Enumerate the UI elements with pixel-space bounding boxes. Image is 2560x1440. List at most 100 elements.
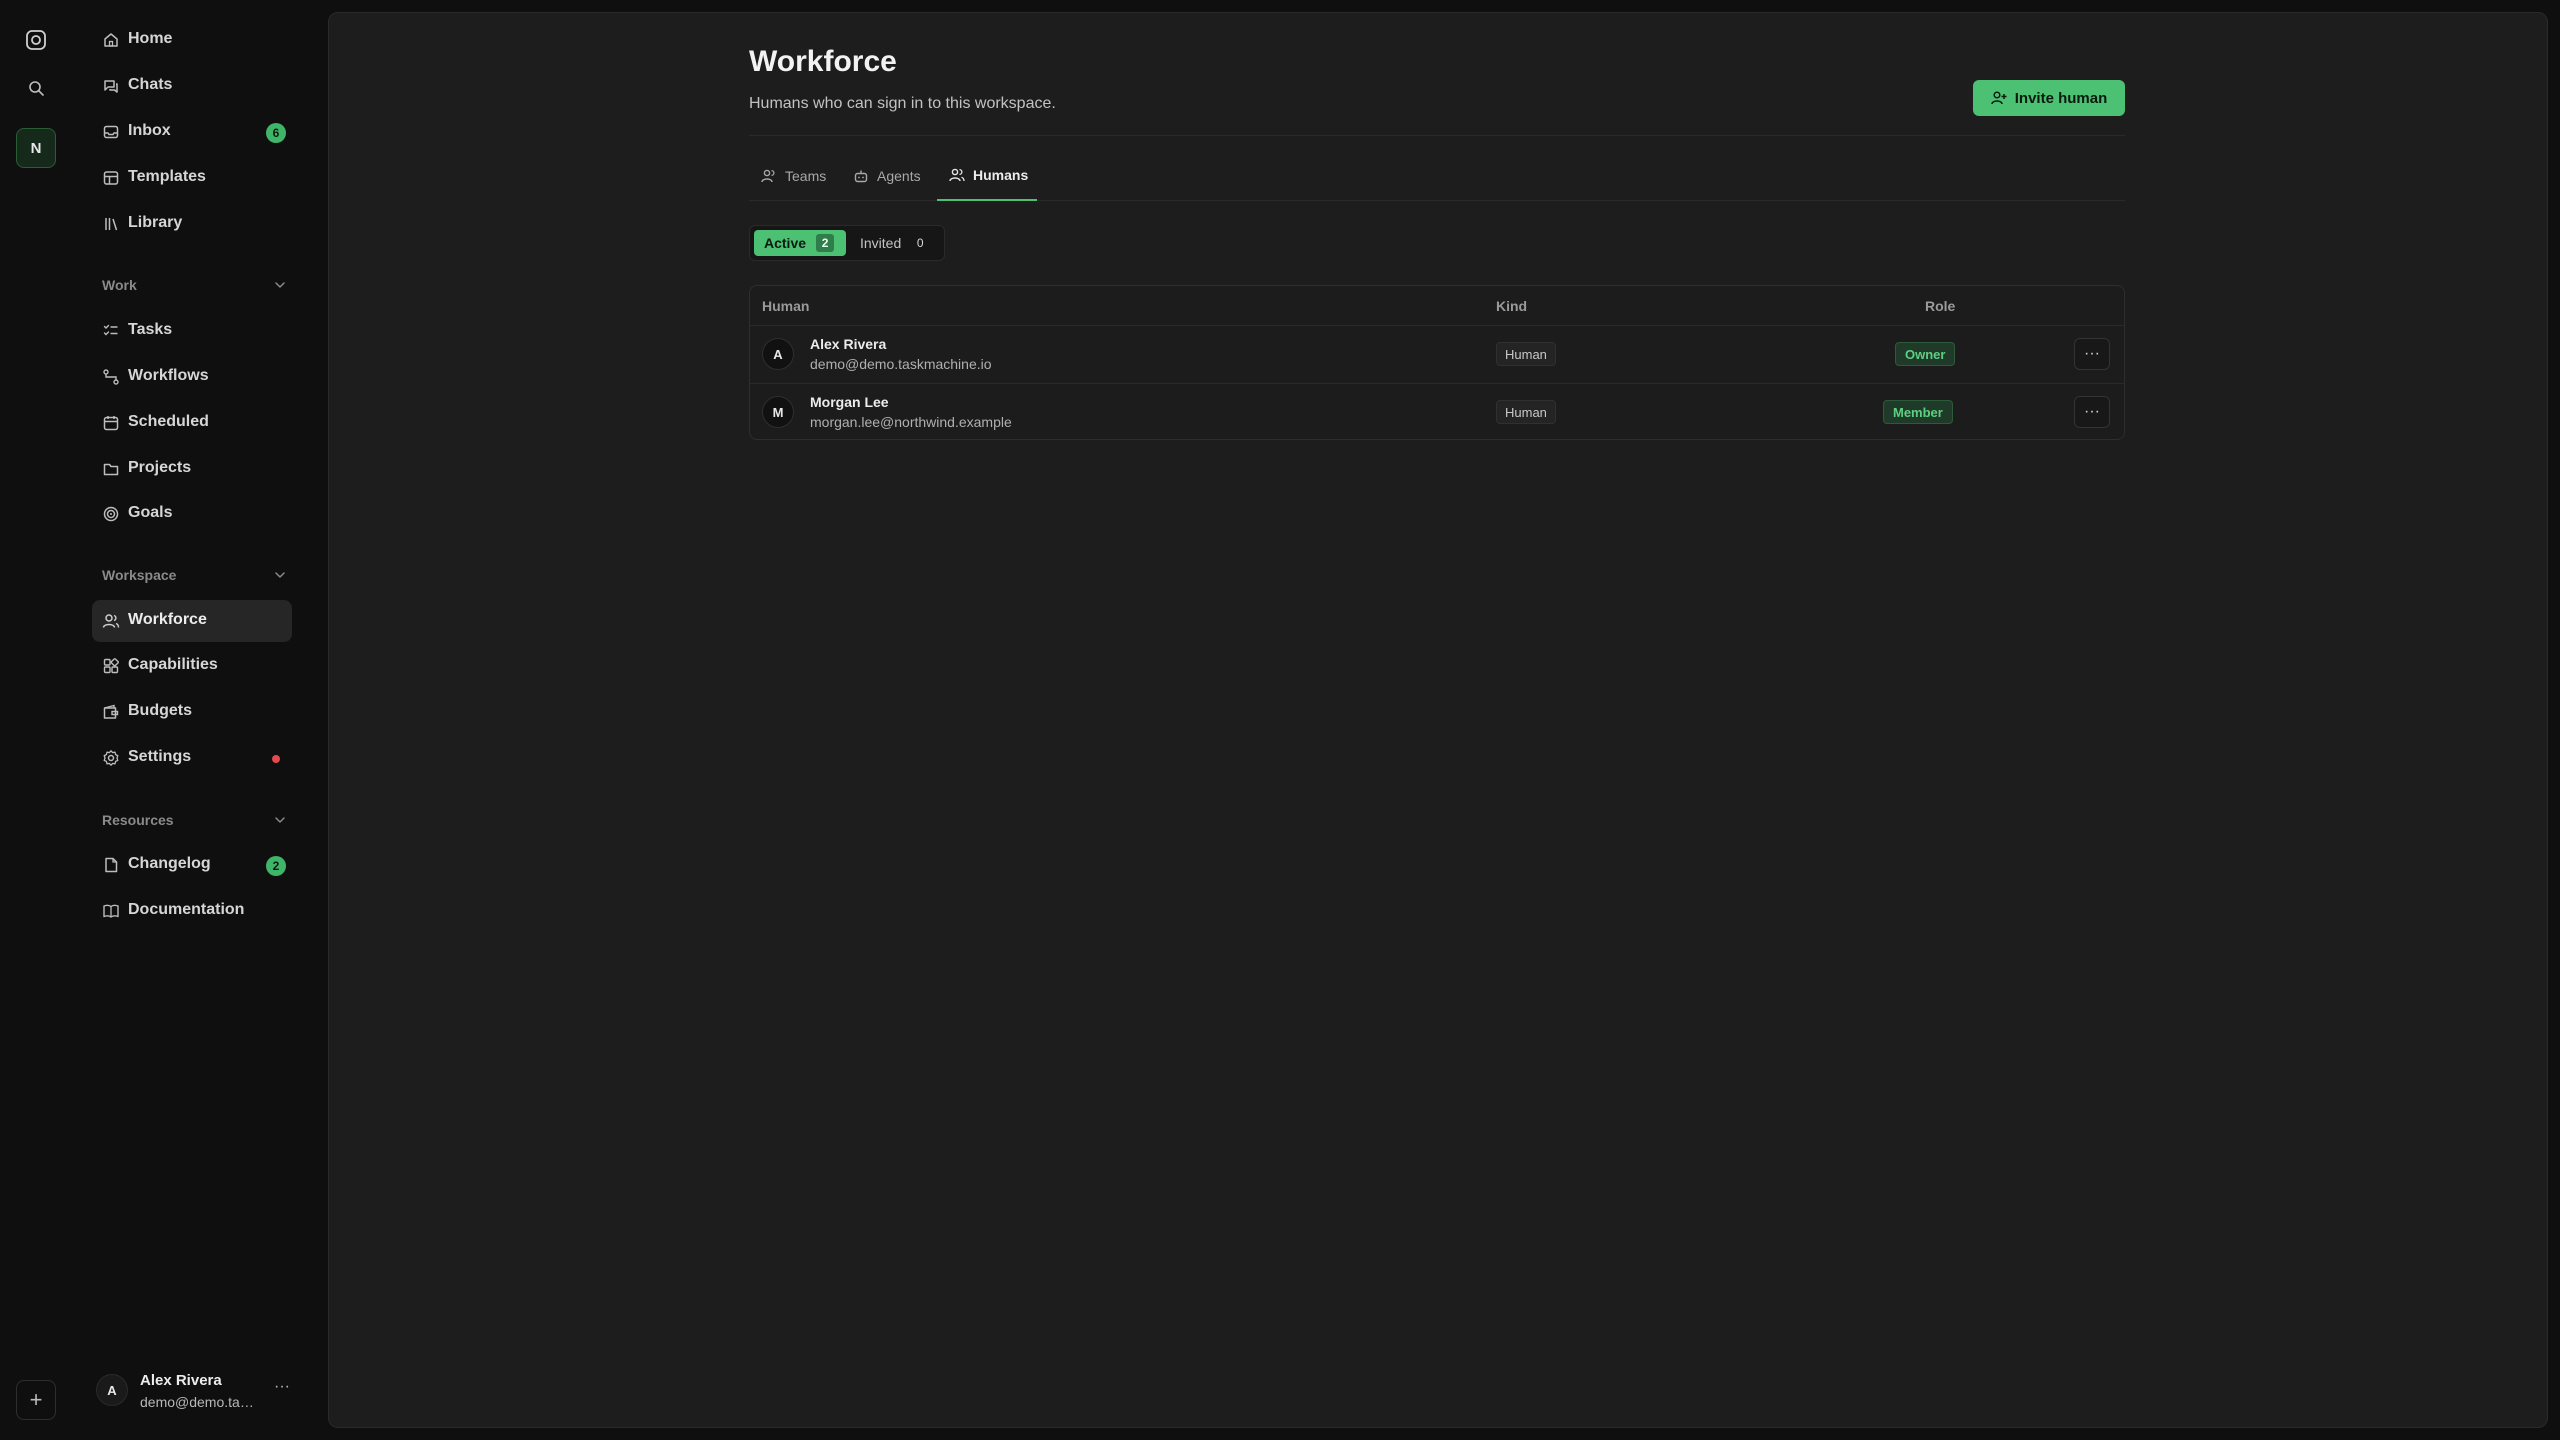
human-email: morgan.lee@northwind.example [810,414,1012,430]
workforce-icon [102,612,120,630]
user-plus-icon [1990,90,2007,106]
sidebar-item-projects[interactable]: Projects [92,448,292,490]
sidebar-item-scheduled[interactable]: Scheduled [92,402,292,444]
add-workspace-button[interactable]: + [16,1380,56,1420]
changelog-icon [102,856,120,874]
filter-count: 2 [816,234,835,252]
sidebar-item-home[interactable]: Home [92,19,292,61]
workforce-tabs: Teams Agents Humans [749,151,2125,201]
settings-alert-dot [272,755,280,763]
sidebar-item-label: Capabilities [128,656,218,673]
sidebar-item-goals[interactable]: Goals [92,493,292,535]
tab-teams[interactable]: Teams [749,151,838,201]
settings-icon [102,749,120,767]
user-more-button[interactable]: ··· [270,1378,294,1402]
chevron-down-icon [272,277,288,293]
sidebar-item-library[interactable]: Library [92,203,292,245]
avatar: A [96,1374,128,1406]
header-divider [749,135,2125,136]
chats-icon [102,77,120,95]
role-badge: Member [1883,400,1953,424]
sidebar-item-workflows[interactable]: Workflows [92,356,292,398]
kind-badge: Human [1496,342,1556,366]
filter-label: Active [764,235,807,251]
sidebar-item-settings[interactable]: Settings [92,737,292,779]
tab-label: Teams [785,168,827,184]
humans-icon [949,167,965,183]
sidebar-item-documentation[interactable]: Documentation [92,890,292,932]
section-header-resources[interactable]: Resources [102,808,288,832]
table-header: Human Kind Role [750,286,2124,326]
inbox-icon [102,123,120,141]
kind-badge: Human [1496,400,1556,424]
chevron-down-icon [272,812,288,828]
sidebar-item-label: Documentation [128,901,245,918]
human-name: Alex Rivera [810,336,887,352]
workspace-switcher[interactable]: N [16,128,56,168]
library-icon [102,215,120,233]
invite-human-label: Invite human [2014,89,2108,107]
row-more-button[interactable]: ··· [2074,338,2110,370]
projects-icon [102,460,120,478]
sidebar-item-chats[interactable]: Chats [92,65,292,107]
workflows-icon [102,368,120,386]
sidebar-item-label: Settings [128,748,192,765]
tab-agents[interactable]: Agents [841,151,933,201]
filter-active[interactable]: Active 2 [754,230,846,256]
sidebar-item-label: Workflows [128,367,209,384]
sidebar-item-label: Inbox [128,122,171,139]
documentation-icon [102,902,120,920]
page-subtitle: Humans who can sign in to this workspace… [749,95,1056,112]
home-icon [102,31,120,49]
sidebar-item-label: Budgets [128,702,192,719]
sidebar-item-label: Home [128,30,173,47]
search-icon[interactable] [16,68,56,108]
avatar: M [762,396,794,428]
sidebar-item-capabilities[interactable]: Capabilities [92,645,292,687]
app-logo-icon[interactable] [16,20,56,60]
sidebar-item-inbox[interactable]: Inbox 6 [92,111,292,153]
sidebar-item-label: Library [128,214,183,231]
tab-humans[interactable]: Humans [937,151,1037,201]
changelog-count-badge: 2 [266,856,286,876]
tab-label: Humans [973,167,1029,183]
filter-label: Invited [860,235,902,251]
section-header-workspace[interactable]: Workspace [102,563,288,587]
user-name: Alex Rivera [140,1372,222,1389]
humans-table: Human Kind Role A Alex Rivera demo@demo.… [749,285,2125,440]
human-name: Morgan Lee [810,394,889,410]
sidebar-item-label: Projects [128,459,192,476]
sidebar-item-templates[interactable]: Templates [92,157,292,199]
sidebar-item-label: Changelog [128,855,211,872]
table-row[interactable]: M Morgan Lee morgan.lee@northwind.exampl… [750,383,2124,439]
sidebar-item-budgets[interactable]: Budgets [92,691,292,733]
teams-icon [761,168,777,184]
sidebar-item-changelog[interactable]: Changelog 2 [92,844,292,886]
sidebar-item-label: Tasks [128,321,173,338]
sidebar-item-label: Workforce [128,611,207,628]
table-row[interactable]: A Alex Rivera demo@demo.taskmachine.io H… [750,326,2124,383]
filter-invited[interactable]: Invited 0 [850,230,939,256]
invite-human-button[interactable]: Invite human [1973,80,2125,116]
sidebar: Home Chats Inbox 6 Templates Library Wor… [72,0,328,1440]
page-title: Workforce [749,45,897,78]
user-profile[interactable]: A Alex Rivera demo@demo.tas... ··· [96,1368,316,1416]
row-more-button[interactable]: ··· [2074,396,2110,428]
user-email: demo@demo.tas... [140,1394,258,1410]
goals-icon [102,505,120,523]
section-label: Resources [102,812,174,828]
agents-icon [853,168,869,184]
icon-rail: N + [0,0,72,1440]
sidebar-item-label: Templates [128,168,206,185]
sidebar-item-workforce[interactable]: Workforce [92,600,292,642]
column-header-kind: Kind [1496,298,1528,314]
section-label: Work [102,277,137,293]
scheduled-icon [102,414,120,432]
role-badge: Owner [1895,342,1956,366]
filter-count: 0 [916,236,924,250]
sidebar-item-label: Scheduled [128,413,209,430]
sidebar-item-tasks[interactable]: Tasks [92,310,292,352]
templates-icon [102,169,120,187]
section-header-work[interactable]: Work [102,273,288,297]
inbox-count-badge: 6 [266,123,286,143]
